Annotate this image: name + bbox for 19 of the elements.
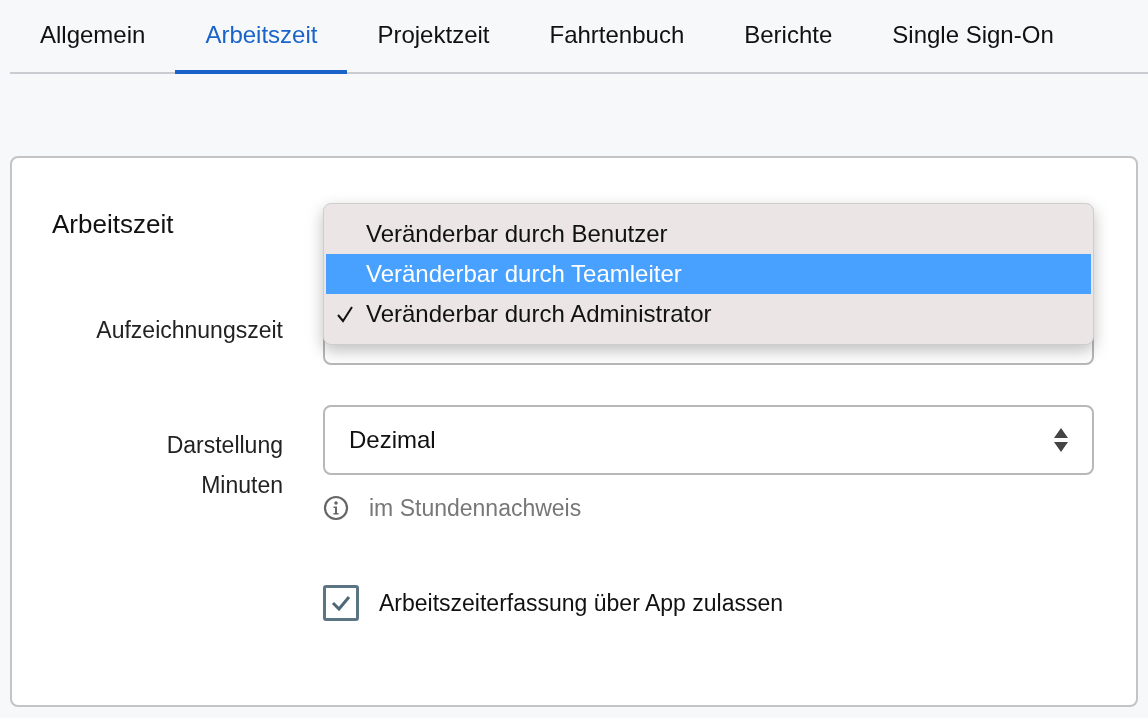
tab[interactable]: Single Sign-On [862,0,1084,74]
checkbox-label: Arbeitszeiterfassung über App zulassen [379,589,784,617]
menu-option[interactable]: Veränderbar durch Administrator [326,294,1091,334]
hint-text: im Stundennachweis [369,494,582,522]
field-label: Aufzeichnungszeit [96,316,283,345]
tab[interactable]: Projektzeit [347,0,520,74]
select-field[interactable]: Dezimal [323,405,1094,475]
check-icon [331,595,351,611]
tab[interactable]: Arbeitszeit [175,0,348,74]
section-title: Arbeitszeit [52,208,174,241]
info-icon [323,495,349,521]
checkbox[interactable] [323,585,359,621]
tab[interactable]: Fahrtenbuch [519,0,715,74]
checkmark-icon [337,306,353,323]
tab[interactable]: Allgemein [10,0,176,74]
field-label: Darstellung Minuten [165,431,283,500]
tab[interactable]: Berichte [714,0,863,74]
select-arrows-icon [1054,428,1068,452]
menu-option[interactable]: Veränderbar durch Benutzer [326,214,1091,254]
